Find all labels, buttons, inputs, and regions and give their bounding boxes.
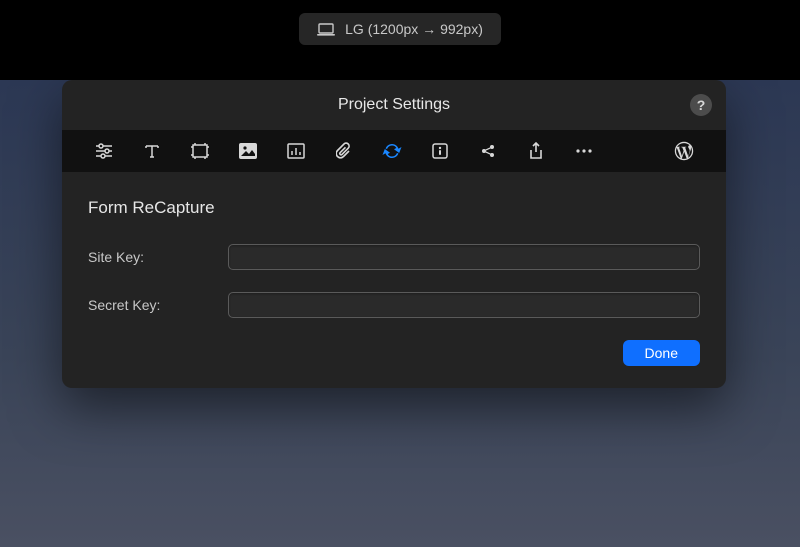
panel-header: Project Settings ? [62,80,726,130]
more-icon [575,148,593,154]
site-key-label: Site Key: [88,249,228,265]
refresh-icon [382,142,402,160]
secret-key-row: Secret Key: [88,292,700,318]
tab-image[interactable] [224,130,272,172]
secret-key-input[interactable] [228,292,700,318]
tab-refresh[interactable] [368,130,416,172]
breakpoint-pill[interactable]: LG (1200px → 992px) [299,13,501,45]
site-key-input[interactable] [228,244,700,270]
tab-info[interactable] [416,130,464,172]
tab-type[interactable] [128,130,176,172]
tab-more[interactable] [560,130,608,172]
artboard-icon [190,143,210,159]
tab-bar [62,130,726,172]
site-key-row: Site Key: [88,244,700,270]
tab-sliders[interactable] [80,130,128,172]
top-bar: LG (1200px → 992px) [0,0,800,58]
tab-chart[interactable] [272,130,320,172]
section-title: Form ReCapture [88,198,700,218]
share-icon [480,143,496,159]
panel-body: Form ReCapture Site Key: Secret Key: Don… [62,172,726,388]
secret-key-label: Secret Key: [88,297,228,313]
type-icon [143,142,161,160]
tab-attachment[interactable] [320,130,368,172]
button-row: Done [88,340,700,366]
help-button[interactable]: ? [690,94,712,116]
done-button[interactable]: Done [623,340,700,366]
settings-panel: Project Settings ? [62,80,726,388]
laptop-icon [317,23,335,36]
tab-share[interactable] [464,130,512,172]
breakpoint-label: LG (1200px → 992px) [345,21,483,37]
tab-artboard[interactable] [176,130,224,172]
panel-title: Project Settings [338,96,450,114]
sliders-icon [95,142,113,160]
image-icon [239,143,257,159]
tab-export[interactable] [512,130,560,172]
info-icon [432,143,448,159]
paperclip-icon [336,142,352,160]
wordpress-icon [674,141,694,161]
tab-wordpress[interactable] [660,130,708,172]
export-icon [529,142,543,160]
chart-icon [287,143,305,159]
